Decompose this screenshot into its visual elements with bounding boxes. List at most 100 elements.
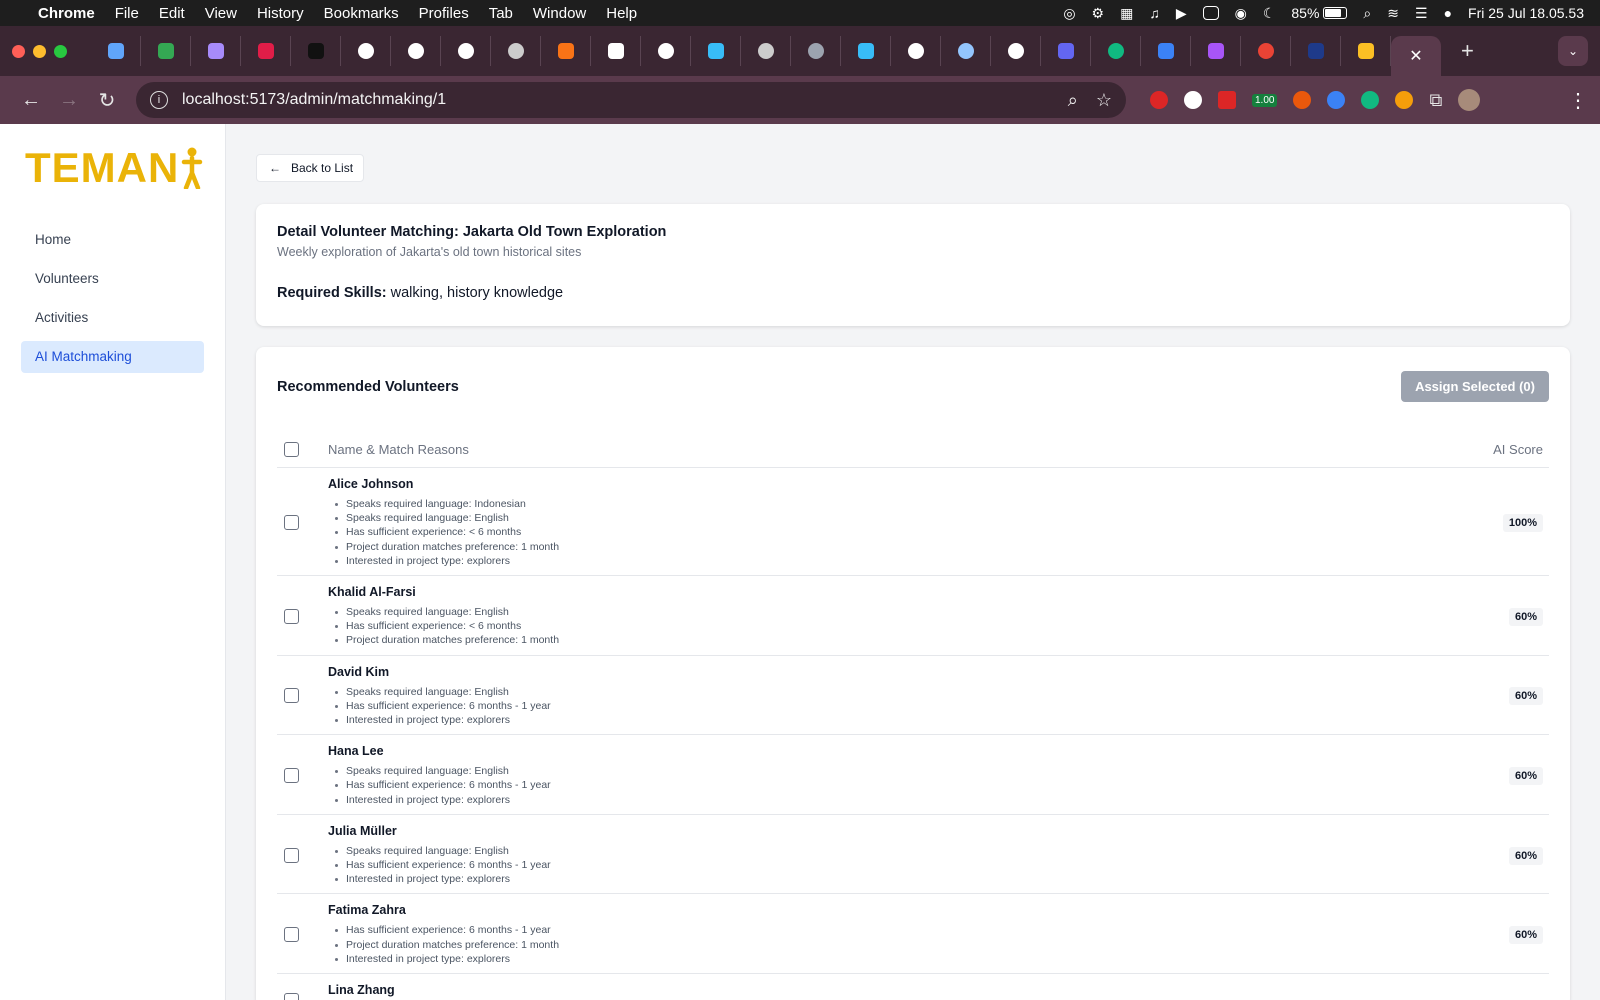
browser-menu-icon[interactable]: ⋮ <box>1568 88 1588 113</box>
browser-tab[interactable] <box>1141 36 1191 66</box>
menu-profiles[interactable]: Profiles <box>419 5 469 22</box>
browser-tab[interactable] <box>341 36 391 66</box>
menu-tab[interactable]: Tab <box>489 5 513 22</box>
browser-tab[interactable] <box>541 36 591 66</box>
fox-extension-icon[interactable] <box>1293 91 1312 109</box>
user-circle-icon[interactable]: ◉ <box>1235 5 1247 22</box>
close-tab-icon[interactable]: ✕ <box>1409 46 1422 66</box>
reload-icon[interactable]: ↻ <box>88 88 126 113</box>
browser-tab[interactable] <box>1091 36 1141 66</box>
volunteer-select-checkbox[interactable] <box>284 927 299 943</box>
zoom-icon[interactable]: ⌕ <box>1068 90 1078 111</box>
menu-help[interactable]: Help <box>606 5 637 22</box>
spotlight-search-icon[interactable]: ⌕ <box>1363 5 1371 22</box>
menu-file[interactable]: File <box>115 5 139 22</box>
browser-tab[interactable] <box>141 36 191 66</box>
browser-tab[interactable] <box>1041 36 1091 66</box>
ai-score-badge: 60% <box>1508 767 1543 786</box>
creative-cloud-icon[interactable]: ◎ <box>1063 5 1075 22</box>
minimize-window-icon[interactable] <box>33 44 46 58</box>
browser-tab[interactable] <box>491 36 541 66</box>
tools-icon[interactable]: ⚙ <box>1092 5 1105 22</box>
new-tab-button[interactable]: + <box>1461 38 1474 64</box>
select-all-checkbox[interactable] <box>284 442 299 457</box>
wifi-icon[interactable]: ≋ <box>1387 5 1399 22</box>
browser-tab[interactable] <box>241 36 291 66</box>
browser-tab[interactable] <box>791 36 841 66</box>
match-reason: Project duration matches preference: 1 m… <box>328 938 1469 952</box>
active-tab[interactable]: ✕ <box>1391 36 1441 76</box>
menu-history[interactable]: History <box>257 5 304 22</box>
volunteer-select-checkbox[interactable] <box>284 688 299 704</box>
sidebar-item-activities[interactable]: Activities <box>21 302 204 334</box>
battery-status[interactable]: 85% <box>1291 5 1348 21</box>
sidebar-item-volunteers[interactable]: Volunteers <box>21 263 204 295</box>
volunteer-select-checkbox[interactable] <box>284 768 299 784</box>
menu-edit[interactable]: Edit <box>159 5 185 22</box>
browser-tab[interactable] <box>291 36 341 66</box>
browser-tab[interactable] <box>841 36 891 66</box>
close-window-icon[interactable] <box>12 44 25 58</box>
browser-tab[interactable] <box>191 36 241 66</box>
browser-tab[interactable] <box>941 36 991 66</box>
y-extension-icon[interactable] <box>1218 91 1236 109</box>
browser-tab[interactable] <box>741 36 791 66</box>
play-icon[interactable]: ▶ <box>1176 5 1187 22</box>
match-reason: Speaks required language: English <box>328 605 1469 619</box>
browser-tab[interactable] <box>1341 36 1391 66</box>
back-arrow-icon[interactable]: ← <box>12 89 50 112</box>
headphones-icon[interactable]: ♫ <box>1149 5 1160 21</box>
sidebar-item-ai-matchmaking[interactable]: AI Matchmaking <box>21 341 204 373</box>
browser-tab[interactable] <box>1291 36 1341 66</box>
address-bar[interactable]: i localhost:5173/admin/matchmaking/1 ⌕ ☆ <box>136 82 1126 118</box>
browser-tab[interactable] <box>641 36 691 66</box>
browser-tab[interactable] <box>591 36 641 66</box>
moon-extension-icon[interactable] <box>1395 91 1414 109</box>
back-to-list-button[interactable]: ← Back to List <box>256 154 365 182</box>
teman-logo[interactable]: TEMAN <box>25 144 204 191</box>
extension-badge[interactable]: 1.00 <box>1252 93 1278 107</box>
browser-tab[interactable] <box>1241 36 1291 66</box>
assign-selected-button[interactable]: Assign Selected (0) <box>1401 371 1549 402</box>
window-icon[interactable] <box>1202 6 1219 20</box>
browser-tab[interactable] <box>441 36 491 66</box>
menu-view[interactable]: View <box>205 5 237 22</box>
m-extension-icon[interactable] <box>1184 91 1202 109</box>
browser-tab[interactable] <box>91 36 141 66</box>
maximize-window-icon[interactable] <box>54 44 67 58</box>
profile-avatar[interactable] <box>1458 89 1481 111</box>
sidebar-item-home[interactable]: Home <box>21 224 204 256</box>
menu-bookmarks[interactable]: Bookmarks <box>324 5 399 22</box>
forward-arrow-icon[interactable]: → <box>50 89 88 112</box>
volunteer-name: Lina Zhang <box>328 983 395 998</box>
adblock-extension-icon[interactable] <box>1150 91 1168 109</box>
browser-tab[interactable] <box>891 36 941 66</box>
match-reasons-list: Speaks required language: Indonesian Spea… <box>328 497 1469 568</box>
control-center-icon[interactable]: ☰ <box>1415 5 1428 22</box>
diamond-extension-icon[interactable] <box>1327 91 1346 109</box>
site-info-icon[interactable]: i <box>150 91 168 109</box>
leaf-extension-icon[interactable] <box>1361 91 1380 109</box>
match-reason: Speaks required language: English <box>328 764 1469 778</box>
browser-toolbar: ← → ↻ i localhost:5173/admin/matchmaking… <box>0 76 1600 124</box>
ai-score-badge: 60% <box>1508 926 1543 945</box>
tab-search-chevron-icon[interactable]: ⌄ <box>1558 36 1588 66</box>
menubar-clock[interactable]: Fri 25 Jul 18.05.53 <box>1468 5 1584 21</box>
volunteer-select-checkbox[interactable] <box>284 847 299 863</box>
puzzle-extensions-icon[interactable]: ⧉ <box>1429 90 1442 111</box>
browser-tab[interactable] <box>1191 36 1241 66</box>
volunteer-select-checkbox[interactable] <box>284 992 299 1000</box>
moon-icon[interactable]: ☾ <box>1263 5 1276 22</box>
browser-tab[interactable] <box>691 36 741 66</box>
browser-tab[interactable] <box>391 36 441 66</box>
menu-window[interactable]: Window <box>533 5 586 22</box>
browser-tab[interactable] <box>991 36 1041 66</box>
bookmark-star-icon[interactable]: ☆ <box>1096 90 1112 111</box>
volunteer-select-checkbox[interactable] <box>284 608 299 624</box>
menu-app-name[interactable]: Chrome <box>38 5 95 22</box>
grid-icon[interactable]: ▦ <box>1120 5 1133 22</box>
match-reason: Speaks required language: English <box>328 844 1469 858</box>
url-text[interactable]: localhost:5173/admin/matchmaking/1 <box>182 91 446 109</box>
siri-icon[interactable]: ● <box>1444 5 1452 21</box>
volunteer-select-checkbox[interactable] <box>284 515 299 530</box>
